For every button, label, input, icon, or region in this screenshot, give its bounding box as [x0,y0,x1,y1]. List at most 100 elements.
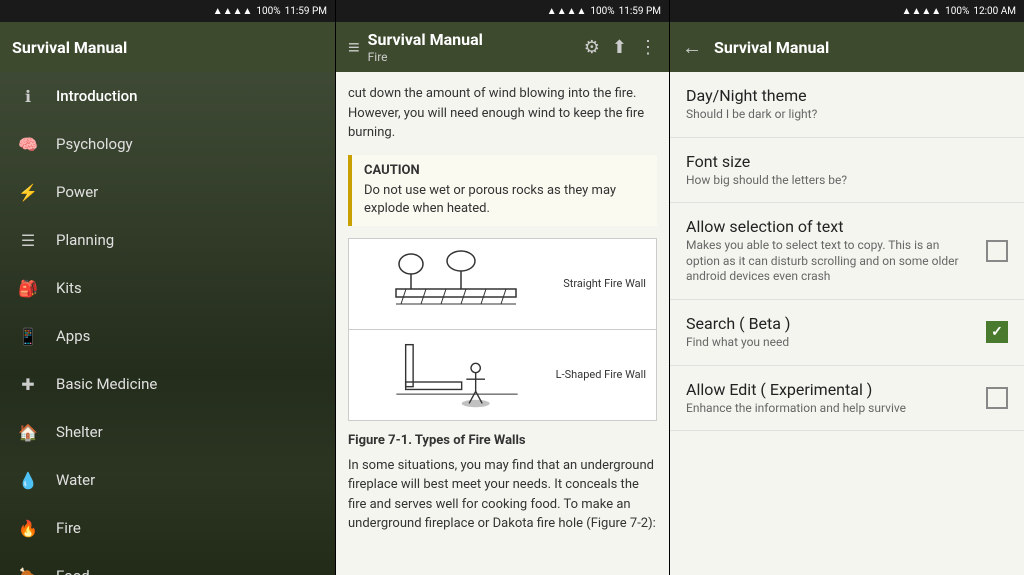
day-night-theme-text: Day/Night theme Should I be dark or ligh… [686,86,1008,123]
nav-list: ℹ Introduction 🧠 Psychology ⚡ Power ☰ Pl… [0,72,335,575]
l-shaped-fire-wall-drawing [359,340,556,410]
time-display: 11:59 PM [285,6,327,17]
sidebar-item-label: Kits [56,279,82,297]
caution-title: CAUTION [364,163,645,178]
sidebar-item-food[interactable]: 🍖 Food [0,552,335,575]
body-text: In some situations, you may find that an… [348,456,657,534]
sidebar-item-label: Planning [56,231,114,249]
sidebar-item-fire[interactable]: 🔥 Fire [0,504,335,552]
allow-selection-checkbox[interactable] [986,240,1008,262]
search-beta-title: Search ( Beta ) [686,314,974,333]
signal-icon: ▲▲▲▲ [547,6,587,17]
allow-edit-description: Enhance the information and help survive [686,401,974,417]
share-icon[interactable]: ⬆ [612,37,627,58]
font-size-description: How big should the letters be? [686,173,1008,189]
font-size-title: Font size [686,152,1008,171]
introduction-icon: ℹ [16,84,40,108]
power-icon: ⚡ [16,180,40,204]
sidebar-item-label: Psychology [56,135,133,153]
sidebar-item-label: Water [56,471,95,489]
allow-edit-title: Allow Edit ( Experimental ) [686,380,974,399]
settings-item-allow-selection[interactable]: Allow selection of text Makes you able t… [670,203,1024,300]
allow-selection-description: Makes you able to select text to copy. T… [686,238,974,285]
fire-wall-2: L-Shaped Fire Wall [349,330,656,420]
content-title: Survival Manual [368,30,576,49]
food-icon: 🍖 [16,564,40,575]
allow-selection-title: Allow selection of text [686,217,974,236]
figure-title: Figure 7-1. Types of Fire Walls [348,433,657,448]
fire-wall-1: Straight Fire Wall [349,239,656,330]
back-button[interactable]: ← [682,35,702,60]
search-beta-checkbox[interactable] [986,321,1008,343]
battery-status: 100% [256,6,280,17]
caution-box: CAUTION Do not use wet or porous rocks a… [348,155,657,226]
sidebar-item-label: Fire [56,519,81,537]
battery-status: 100% [590,6,614,17]
intro-text: cut down the amount of wind blowing into… [348,84,657,143]
content-header: ≡ Survival Manual Fire ⚙ ⬆ ⋮ [336,22,669,72]
nav-header: Survival Manual [0,22,335,72]
sidebar-item-label: Basic Medicine [56,375,157,393]
fire-wall-1-label: Straight Fire Wall [563,277,646,290]
sidebar-item-label: Food [56,567,90,575]
sidebar-item-shelter[interactable]: 🏠 Shelter [0,408,335,456]
sidebar-item-water[interactable]: 💧 Water [0,456,335,504]
shelter-icon: 🏠 [16,420,40,444]
allow-edit-text: Allow Edit ( Experimental ) Enhance the … [686,380,974,417]
straight-fire-wall-drawing [359,249,563,319]
battery-status: 100% [945,6,969,17]
menu-icon[interactable]: ≡ [348,35,360,60]
header-titles: Survival Manual Fire [368,30,576,63]
settings-header: ← Survival Manual [670,22,1024,72]
allow-edit-checkbox[interactable] [986,387,1008,409]
settings-panel: ▲▲▲▲ 100% 12:00 AM ← Survival Manual Day… [670,0,1024,575]
sidebar-item-introduction[interactable]: ℹ Introduction [0,72,335,120]
sidebar-item-basic-medicine[interactable]: ✚ Basic Medicine [0,360,335,408]
fire-walls-container: Straight Fire Wall [348,238,657,421]
settings-item-search-beta[interactable]: Search ( Beta ) Find what you need [670,300,1024,366]
signal-icon: ▲▲▲▲ [902,6,942,17]
content-body: cut down the amount of wind blowing into… [336,72,669,575]
kits-icon: 🎒 [16,276,40,300]
sidebar-item-kits[interactable]: 🎒 Kits [0,264,335,312]
fire-wall-2-label: L-Shaped Fire Wall [556,368,646,381]
settings-icon[interactable]: ⚙ [584,37,600,58]
allow-selection-text: Allow selection of text Makes you able t… [686,217,974,285]
planning-icon: ☰ [16,228,40,252]
status-bar-settings: ▲▲▲▲ 100% 12:00 AM [670,0,1024,22]
content-panel: ▲▲▲▲ 100% 11:59 PM ≡ Survival Manual Fir… [335,0,670,575]
signal-icon: ▲▲▲▲ [213,6,253,17]
status-bar-nav: ▲▲▲▲ 100% 11:59 PM [0,0,335,22]
more-icon[interactable]: ⋮ [639,37,657,58]
status-bar-content: ▲▲▲▲ 100% 11:59 PM [336,0,669,22]
day-night-theme-description: Should I be dark or light? [686,107,1008,123]
header-actions: ⚙ ⬆ ⋮ [584,37,657,58]
sidebar-item-label: Power [56,183,98,201]
basic-medicine-icon: ✚ [16,372,40,396]
sidebar-item-planning[interactable]: ☰ Planning [0,216,335,264]
day-night-theme-title: Day/Night theme [686,86,1008,105]
settings-item-day-night-theme: Day/Night theme Should I be dark or ligh… [670,72,1024,138]
apps-icon: 📱 [16,324,40,348]
sidebar-item-power[interactable]: ⚡ Power [0,168,335,216]
content-subtitle: Fire [368,50,576,64]
sidebar-item-label: Introduction [56,87,138,105]
psychology-icon: 🧠 [16,132,40,156]
settings-body: Day/Night theme Should I be dark or ligh… [670,72,1024,575]
fire-icon: 🔥 [16,516,40,540]
search-beta-description: Find what you need [686,335,974,351]
nav-panel: ▲▲▲▲ 100% 11:59 PM Survival Manual ℹ Int… [0,0,335,575]
settings-title: Survival Manual [714,38,829,57]
water-icon: 💧 [16,468,40,492]
time-display: 12:00 AM [973,6,1016,17]
sidebar-item-psychology[interactable]: 🧠 Psychology [0,120,335,168]
nav-title: Survival Manual [12,38,127,57]
font-size-text: Font size How big should the letters be? [686,152,1008,189]
time-display: 11:59 PM [619,6,661,17]
sidebar-item-label: Apps [56,327,90,345]
sidebar-item-apps[interactable]: 📱 Apps [0,312,335,360]
settings-item-allow-edit[interactable]: Allow Edit ( Experimental ) Enhance the … [670,366,1024,432]
search-beta-text: Search ( Beta ) Find what you need [686,314,974,351]
settings-item-font-size: Font size How big should the letters be? [670,138,1024,204]
sidebar-item-label: Shelter [56,423,103,441]
